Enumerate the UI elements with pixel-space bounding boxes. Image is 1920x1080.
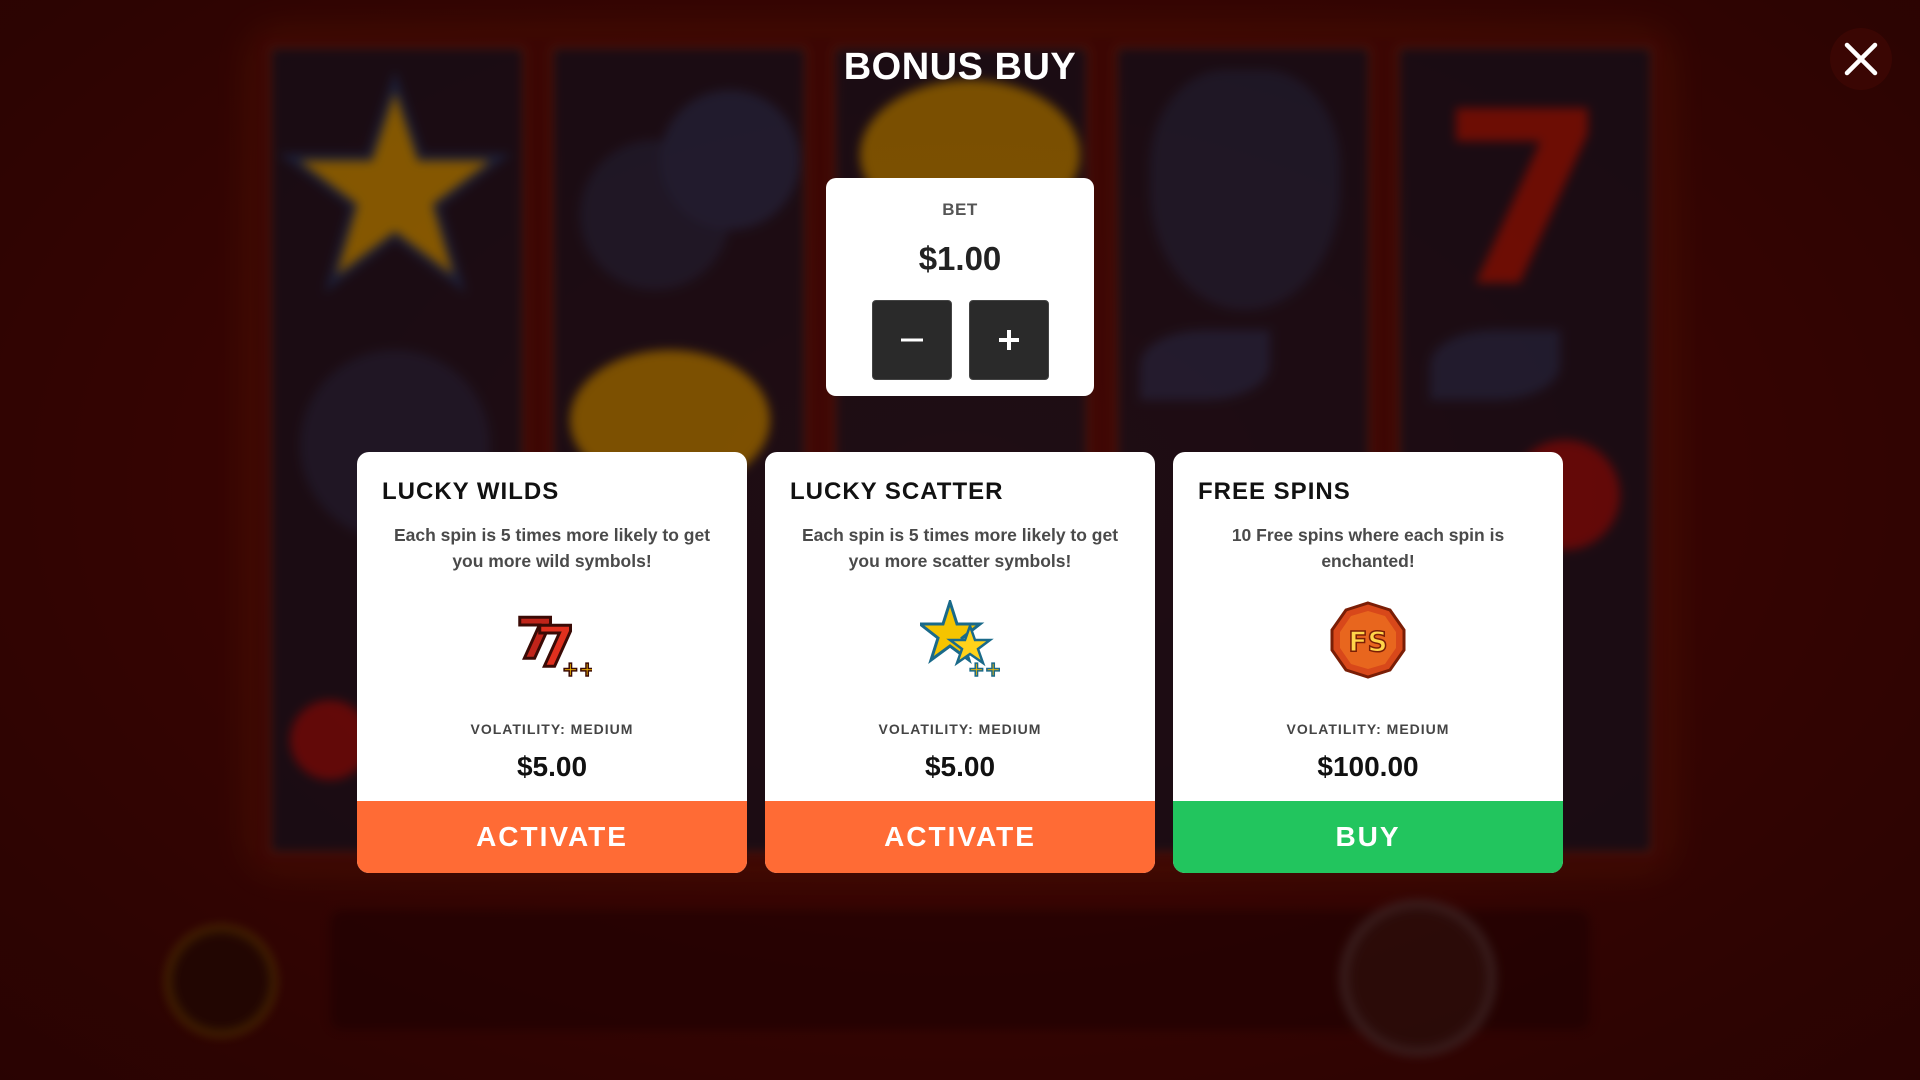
option-description: 10 Free spins where each spin is enchant… (1231, 525, 1505, 571)
close-icon (1844, 42, 1878, 76)
lucky-stars-icon: ++ (920, 600, 1000, 680)
plus-icon (999, 330, 1019, 350)
option-description: Each spin is 5 times more likely to get … (801, 525, 1119, 571)
option-title: FREE SPINS (1198, 478, 1351, 505)
minus-icon (901, 338, 923, 342)
lucky-sevens-icon: 7 7 ++ (515, 606, 593, 681)
buy-free-spins-button[interactable]: BUY (1173, 801, 1563, 873)
option-title: LUCKY SCATTER (790, 478, 1004, 505)
activate-lucky-scatter-button[interactable]: ACTIVATE (765, 801, 1155, 873)
option-volatility: VOLATILITY: MEDIUM (470, 721, 634, 737)
close-button[interactable] (1830, 28, 1892, 90)
svg-text:++: ++ (562, 657, 592, 680)
free-spins-badge-icon: FS (1330, 601, 1406, 679)
bonus-option-card: FREE SPINS 10 Free spins where each spin… (1173, 452, 1563, 873)
option-title: LUCKY WILDS (382, 478, 560, 505)
option-price: $100.00 (1317, 751, 1419, 782)
bet-increase-button[interactable] (969, 300, 1049, 380)
bonus-option-card: LUCKY SCATTER Each spin is 5 times more … (765, 452, 1155, 873)
svg-text:FS: FS (1348, 625, 1387, 658)
option-description: Each spin is 5 times more likely to get … (393, 525, 711, 571)
modal-title: BONUS BUY (843, 46, 1077, 88)
bet-label: BET (942, 200, 978, 219)
bet-decrease-button[interactable] (872, 300, 952, 380)
bonus-option-card: LUCKY WILDS Each spin is 5 times more li… (357, 452, 747, 873)
bet-value: $1.00 (918, 240, 1002, 277)
option-volatility: VOLATILITY: MEDIUM (878, 721, 1042, 737)
option-price: $5.00 (924, 751, 996, 782)
activate-lucky-wilds-button[interactable]: ACTIVATE (357, 801, 747, 873)
option-volatility: VOLATILITY: MEDIUM (1286, 721, 1450, 737)
bet-panel: BET $1.00 (826, 178, 1094, 396)
svg-text:++: ++ (968, 657, 1000, 680)
game-screen: 7 BONUS BUY BET $1.00 LUCKY WILDS Each s… (0, 0, 1920, 1080)
option-price: $5.00 (516, 751, 588, 782)
